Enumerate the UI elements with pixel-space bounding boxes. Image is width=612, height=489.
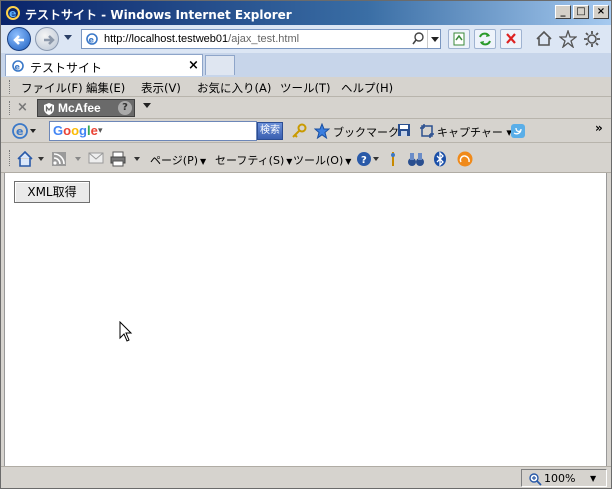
mcafee-label: McAfee <box>58 101 101 115</box>
mail-icon[interactable] <box>88 151 104 165</box>
new-tab-button[interactable] <box>205 55 235 75</box>
maximize-button[interactable]: □ <box>573 5 589 19</box>
tab-active[interactable]: e テストサイト × <box>5 54 203 76</box>
key-icon[interactable] <box>291 123 307 139</box>
toolbar-grip[interactable] <box>9 101 12 115</box>
ie-menu-icon[interactable]: e <box>11 122 37 140</box>
toolbar-overflow-chevron[interactable]: » <box>595 121 603 135</box>
window-title: テストサイト - Windows Internet Explorer <box>25 8 292 22</box>
zoom-control[interactable]: 100% ▼ <box>521 469 607 487</box>
svg-text:e: e <box>16 125 23 138</box>
menu-view[interactable]: 表示(V) <box>141 80 181 96</box>
help-icon[interactable]: ? <box>118 101 132 115</box>
capture-button[interactable]: キャプチャー ▾ <box>437 124 512 140</box>
tools-menu[interactable]: ツール(O) ▼ <box>293 152 351 168</box>
help-icon[interactable]: ? <box>356 151 380 167</box>
safety-menu[interactable]: セーフティ(S) ▼ <box>215 152 292 168</box>
page-menu[interactable]: ページ(P) ▼ <box>150 152 206 168</box>
forward-button[interactable] <box>35 27 59 51</box>
refresh-icon <box>479 32 491 46</box>
compatibility-icon <box>453 32 465 46</box>
browser-window: e テストサイト - Windows Internet Explorer _ □… <box>0 0 612 489</box>
command-bar: ページ(P) ▼ セーフティ(S) ▼ ツール(O) ▼ ? <box>1 143 611 173</box>
bluetooth-icon[interactable] <box>433 151 447 167</box>
stop-button[interactable] <box>500 29 522 49</box>
refresh-button[interactable] <box>474 29 496 49</box>
google-logo: Google <box>53 123 98 138</box>
home-icon[interactable] <box>535 30 553 48</box>
twitter-icon[interactable] <box>510 123 526 139</box>
menu-tools[interactable]: ツール(T) <box>280 80 331 96</box>
favorites-star-icon[interactable] <box>559 30 577 48</box>
status-bar: 100% ▼ <box>1 466 611 488</box>
close-button[interactable]: × <box>593 5 609 19</box>
rss-feed-icon[interactable] <box>51 151 83 167</box>
menu-favorites[interactable]: お気に入り(A) <box>197 80 271 96</box>
tab-bar: e テストサイト × <box>1 53 611 77</box>
save-icon[interactable] <box>397 123 411 137</box>
toolbar-grip[interactable] <box>9 150 12 166</box>
recent-pages-dropdown-icon[interactable] <box>63 34 73 42</box>
search-options-icon[interactable]: ▾ <box>98 126 103 136</box>
svg-text:?: ? <box>361 155 367 166</box>
address-dropdown-button[interactable] <box>427 30 441 48</box>
menu-help[interactable]: ヘルプ(H) <box>341 80 393 96</box>
menu-file[interactable]: ファイル(F) <box>21 80 83 96</box>
mcafee-button[interactable]: McAfee ? <box>37 99 135 117</box>
tab-close-icon[interactable]: × <box>188 58 199 73</box>
google-search-field[interactable]: Google ▾ <box>49 121 257 141</box>
gear-icon[interactable] <box>583 30 601 48</box>
mcafee-shield-icon <box>44 103 54 115</box>
bookmark-star-icon[interactable] <box>314 123 330 139</box>
page-icon: e <box>86 33 98 45</box>
zoom-level: 100% <box>544 472 576 485</box>
mcafee-toolbar: × McAfee ? <box>1 97 611 119</box>
compatibility-view-button[interactable] <box>448 29 470 49</box>
chevron-down-icon[interactable]: ▼ <box>590 474 596 483</box>
svg-text:e: e <box>15 63 21 72</box>
chevron-down-icon <box>431 37 439 42</box>
page-icon: e <box>12 60 24 72</box>
binoculars-icon[interactable] <box>407 151 425 167</box>
capture-icon[interactable] <box>419 123 435 139</box>
bookmark-button[interactable]: ブックマーク <box>333 124 399 140</box>
page-content: XML取得 <box>4 173 607 466</box>
zoom-icon <box>529 473 542 486</box>
back-button[interactable] <box>7 27 31 51</box>
ie-icon: e <box>6 6 20 20</box>
svg-text:e: e <box>89 36 95 45</box>
google-toolbar: e Google ▾ 検索 ブックマーク キャプチャー ▾ » <box>1 119 611 143</box>
back-arrow-icon <box>13 35 24 45</box>
research-icon[interactable] <box>387 151 399 167</box>
menu-edit[interactable]: 編集(E) <box>86 80 125 96</box>
navigation-bar: e http://localhost.testweb01/ajax_test.h… <box>1 25 611 53</box>
toolbar-grip[interactable] <box>9 80 12 94</box>
chevron-down-icon[interactable] <box>143 103 151 109</box>
svg-text:e: e <box>9 7 16 20</box>
search-icon[interactable] <box>412 32 424 46</box>
title-bar: e テストサイト - Windows Internet Explorer _ □… <box>1 1 611 25</box>
feed-orange-icon[interactable] <box>456 151 474 167</box>
url-text[interactable]: http://localhost.testweb01/ajax_test.htm… <box>104 33 299 45</box>
stop-icon <box>506 33 516 44</box>
print-icon[interactable] <box>110 151 144 167</box>
menu-bar: ファイル(F) 編集(E) 表示(V) お気に入り(A) ツール(T) ヘルプ(… <box>1 77 611 97</box>
tab-label: テストサイト <box>30 61 103 75</box>
forward-arrow-icon <box>44 35 55 45</box>
mouse-cursor-icon <box>119 321 133 342</box>
minimize-button[interactable]: _ <box>555 5 571 19</box>
google-search-button[interactable]: 検索 <box>257 122 283 140</box>
address-bar[interactable]: e http://localhost.testweb01/ajax_test.h… <box>81 29 441 49</box>
close-toolbar-icon[interactable]: × <box>17 100 28 115</box>
home-icon[interactable] <box>17 151 45 167</box>
get-xml-button[interactable]: XML取得 <box>14 181 90 203</box>
